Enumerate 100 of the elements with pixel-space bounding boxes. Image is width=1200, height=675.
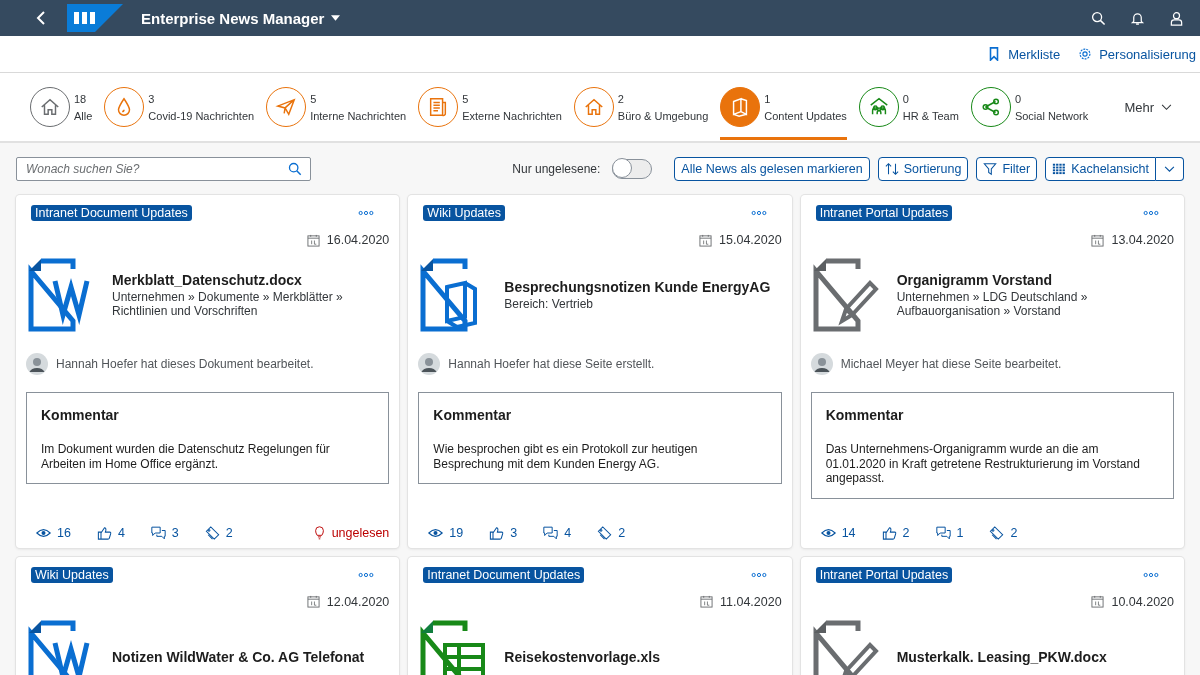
views-count[interactable]: 16 bbox=[36, 525, 71, 540]
views-count[interactable]: 14 bbox=[820, 525, 856, 540]
mark-read-button[interactable]: Alle News als gelesen markieren bbox=[674, 157, 870, 181]
date-text: 10.04.2020 bbox=[1111, 594, 1174, 609]
chevron-down-icon bbox=[1161, 103, 1172, 111]
tag-icon bbox=[989, 525, 1005, 540]
more-options-icon[interactable] bbox=[358, 210, 375, 216]
speech-bubbles-icon bbox=[543, 525, 559, 540]
unread-status: ungelesen bbox=[311, 525, 390, 540]
comment-text: Im Dokument wurden die Datenschutz Regelungen für Arbeiten im Home Office ergänzt. bbox=[41, 442, 331, 471]
comments-count[interactable]: 4 bbox=[543, 525, 572, 540]
date-text: 11.04.2020 bbox=[720, 594, 782, 609]
comment-text: Das Unternehmens-Organigramm wurde an die am 01.01.2020 in Kraft getretene Restrukturierung im Vorstand angepasst. bbox=[825, 442, 1141, 486]
more-options-icon[interactable] bbox=[1143, 210, 1159, 216]
comments-count[interactable]: 3 bbox=[150, 525, 179, 540]
thumbs-up-icon bbox=[881, 525, 897, 540]
comment-heading: Kommentar bbox=[825, 407, 905, 423]
filter-button[interactable]: Filter bbox=[976, 157, 1038, 181]
category-tab[interactable]: 2 Büro & Umgebung bbox=[573, 73, 709, 141]
more-options-icon[interactable] bbox=[750, 210, 767, 216]
bookmark-link[interactable]: Merkliste bbox=[987, 46, 1061, 62]
likes-count[interactable]: 3 bbox=[489, 525, 518, 540]
category-tag: Intranet Document Updates bbox=[423, 566, 585, 583]
unread-switch[interactable] bbox=[612, 159, 653, 179]
likes-count[interactable]: 2 bbox=[881, 525, 910, 540]
tag-icon bbox=[597, 525, 613, 540]
views-count[interactable]: 19 bbox=[428, 525, 464, 540]
logo-icon bbox=[67, 4, 123, 32]
category-tag: Wiki Updates bbox=[31, 566, 113, 583]
search-icon[interactable] bbox=[1091, 10, 1106, 26]
date-text: 12.04.2020 bbox=[326, 594, 390, 609]
app-title-menu[interactable]: Enterprise News Manager bbox=[141, 9, 341, 27]
avatar-icon bbox=[810, 353, 833, 375]
breadcrumb-text: Unternehmen » LDG Deutschland » Aufbauorganisation » Vorstand bbox=[896, 290, 1089, 318]
user-icon[interactable] bbox=[1169, 10, 1184, 26]
speech-bubbles-icon bbox=[150, 525, 166, 540]
more-button[interactable]: Mehr bbox=[1124, 99, 1172, 115]
calendar-icon bbox=[700, 595, 713, 608]
more-options-icon[interactable] bbox=[358, 571, 375, 578]
search-icon bbox=[288, 162, 302, 176]
category-tag: Intranet Portal Updates bbox=[815, 566, 953, 583]
category-tab[interactable]: 0 Social Network bbox=[970, 73, 1089, 141]
calendar-icon bbox=[306, 233, 320, 247]
tag-icon bbox=[204, 525, 220, 540]
activity-text: Michael Meyer hat diese Seite bearbeitet. bbox=[840, 357, 1062, 371]
toggle-label: Nur ungelesene: bbox=[512, 162, 601, 176]
calendar-icon bbox=[1091, 595, 1105, 608]
bell-icon[interactable] bbox=[1130, 10, 1145, 26]
view-button[interactable]: Kachelansicht bbox=[1045, 157, 1156, 181]
document-title[interactable]: Musterkalk. Leasing_PKW.docx bbox=[896, 648, 1107, 665]
grid-icon bbox=[1052, 162, 1067, 176]
more-options-icon[interactable] bbox=[750, 571, 767, 578]
likes-count[interactable]: 4 bbox=[96, 525, 125, 540]
search-field[interactable]: Wonach suchen Sie? bbox=[16, 157, 311, 181]
calendar-icon bbox=[699, 233, 713, 247]
thumbs-up-icon bbox=[489, 525, 505, 540]
document-title[interactable]: Merkblatt_Datenschutz.docx bbox=[112, 272, 390, 288]
settings-icon bbox=[1078, 47, 1093, 61]
activity-text: Hannah Hoefer hat diese Seite erstellt. bbox=[448, 357, 655, 371]
filter-icon bbox=[983, 162, 998, 176]
category-tag: Wiki Updates bbox=[423, 205, 505, 221]
tags-count[interactable]: 2 bbox=[597, 525, 626, 540]
avatar-icon bbox=[418, 353, 441, 375]
tags-count[interactable]: 2 bbox=[204, 525, 233, 540]
category-tab[interactable]: 3 Covid-19 Nachrichten bbox=[104, 73, 255, 141]
comment-text: Wie besprochen gibt es ein Protokoll zur heutigen Besprechung mit dem Kunden Energy AG. bbox=[433, 442, 699, 471]
category-tag: Intranet Document Updates bbox=[31, 205, 192, 221]
category-tag: Intranet Portal Updates bbox=[815, 205, 953, 221]
view-dropdown-button[interactable] bbox=[1156, 157, 1184, 181]
thumbs-up-icon bbox=[96, 525, 112, 540]
category-tab[interactable]: 5 Externe Nachrichten bbox=[418, 73, 562, 141]
document-title[interactable]: Besprechungsnotizen Kunde EnergyAG bbox=[504, 279, 771, 295]
comments-count[interactable]: 1 bbox=[935, 525, 964, 540]
sort-icon bbox=[884, 162, 899, 176]
comment-heading: Kommentar bbox=[41, 407, 120, 423]
document-title[interactable]: Notizen WildWater & Co. AG Telefonat bbox=[112, 648, 365, 665]
speech-bubbles-icon bbox=[935, 525, 951, 540]
date-text: 16.04.2020 bbox=[326, 233, 390, 247]
activity-text: Hannah Hoefer hat dieses Dokument bearbeitet. bbox=[56, 357, 314, 371]
back-icon[interactable] bbox=[35, 10, 47, 26]
calendar-icon bbox=[1091, 233, 1105, 247]
tags-count[interactable]: 2 bbox=[989, 525, 1018, 540]
sort-button[interactable]: Sortierung bbox=[877, 157, 969, 181]
more-options-icon[interactable] bbox=[1143, 571, 1159, 578]
category-tab[interactable]: 5 Interne Nachrichten bbox=[266, 73, 407, 141]
chevron-down-icon bbox=[1164, 165, 1175, 173]
breadcrumb-text: Unternehmen » Dokumente » Merkblätter » Richtlinien und Vorschriften bbox=[112, 290, 344, 318]
personalize-link[interactable]: Personalisierung bbox=[1078, 46, 1196, 62]
document-title[interactable]: Organigramm Vorstand bbox=[896, 272, 1174, 288]
breadcrumb-text: Bereich: Vertrieb bbox=[504, 297, 595, 311]
document-title[interactable]: Reisekostenvorlage.xls bbox=[504, 648, 660, 665]
date-text: 15.04.2020 bbox=[719, 233, 782, 247]
date-text: 13.04.2020 bbox=[1111, 233, 1174, 247]
category-tab[interactable]: 0 HR & Team bbox=[858, 73, 959, 141]
avatar-icon bbox=[26, 353, 48, 375]
category-tab[interactable]: 18 Alle bbox=[30, 73, 93, 141]
caret-icon bbox=[331, 15, 341, 21]
calendar-icon bbox=[306, 595, 320, 608]
category-tab[interactable]: 1 Content Updates bbox=[720, 74, 847, 140]
comment-heading: Kommentar bbox=[433, 407, 513, 423]
